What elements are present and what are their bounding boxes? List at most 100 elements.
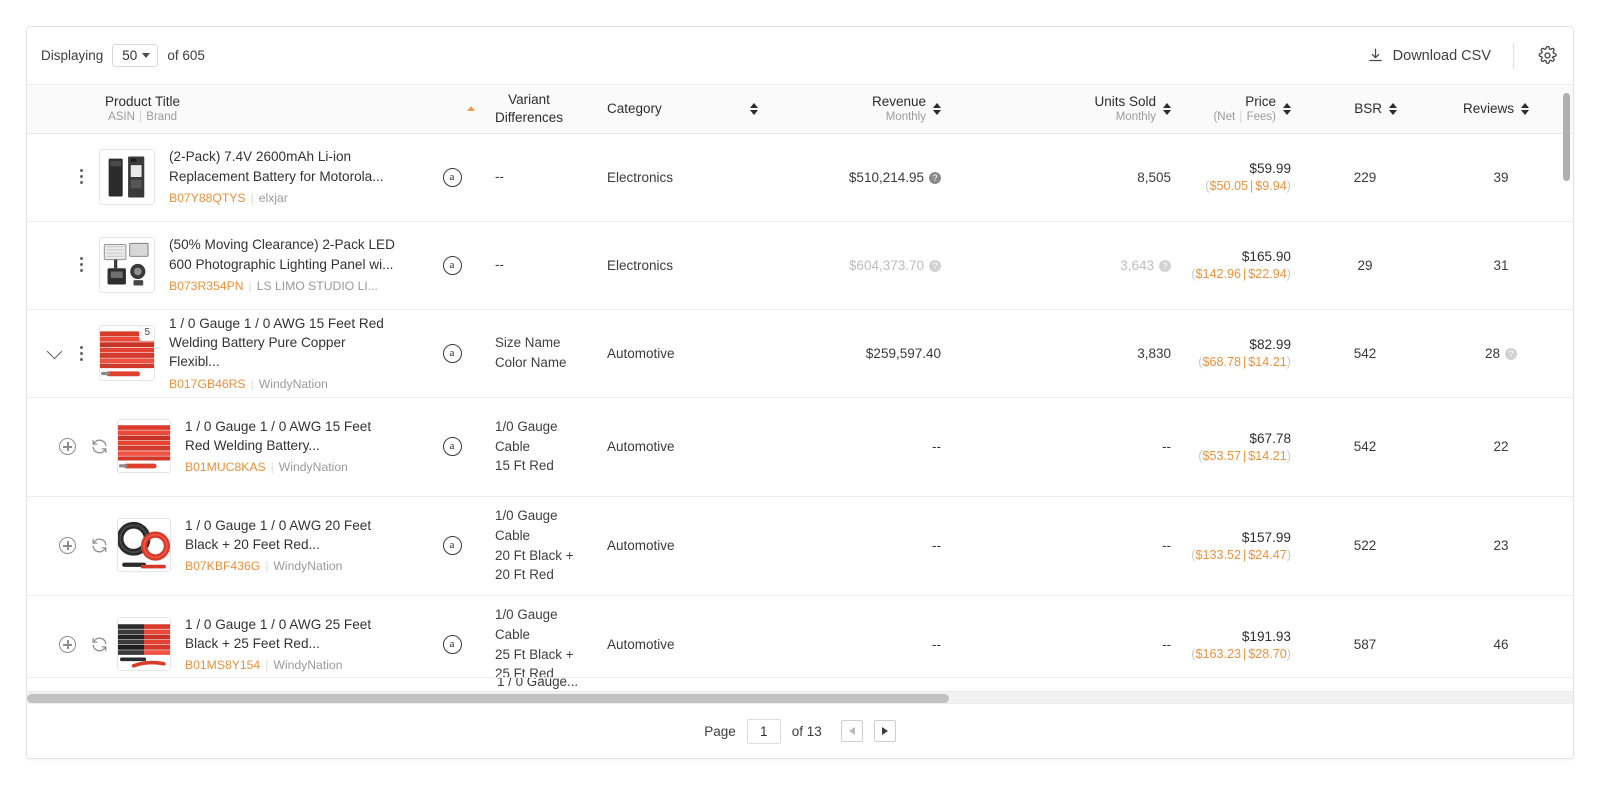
product-text: 1 / 0 Gauge 1 / 0 AWG 15 Feet Red Weldin… xyxy=(169,314,397,393)
add-icon[interactable] xyxy=(59,536,76,554)
product-title[interactable]: 1 / 0 Gauge 1 / 0 AWG 15 Feet Red Weldin… xyxy=(185,417,397,456)
col-brand-label: Brand xyxy=(146,111,177,124)
info-icon[interactable]: ? xyxy=(1505,348,1518,360)
cell-variant: 1/0 Gauge Cable 15 Ft Red xyxy=(485,397,597,497)
table-row[interactable]: 5 1 / 0 Gauge 1 / 0 AWG 15 Feet Red Weld… xyxy=(27,309,1573,398)
page-number-input[interactable] xyxy=(746,718,781,744)
product-asin[interactable]: B073R354PN xyxy=(169,279,244,293)
amazon-icon[interactable]: a xyxy=(442,255,462,275)
cell-bsr: 542 xyxy=(1301,309,1429,398)
product-asin[interactable]: B017GB46RS xyxy=(169,377,246,391)
product-thumbnail[interactable] xyxy=(117,617,171,672)
page-size-value: 50 xyxy=(122,48,138,63)
table-row-variant[interactable]: 1 / 0 Gauge 1 / 0 AWG 20 Feet Black + 20… xyxy=(27,496,1573,596)
cell-amazon-link: a xyxy=(407,221,485,310)
amazon-icon[interactable]: a xyxy=(442,536,462,555)
next-row-peek: 1 / 0 Gauge... xyxy=(27,677,1573,691)
product-brand[interactable]: WindyNation xyxy=(259,377,328,391)
product-text: (50% Moving Clearance) 2-Pack LED 600 Ph… xyxy=(169,235,397,294)
amazon-icon[interactable]: a xyxy=(442,167,462,187)
product-title[interactable]: (2-Pack) 7.4V 2600mAh Li-ion Replacement… xyxy=(169,147,397,186)
sort-price-button[interactable] xyxy=(1283,102,1291,115)
product-asin[interactable]: B01MS8Y154 xyxy=(185,658,260,672)
chevron-down-icon xyxy=(142,53,151,58)
refresh-icon[interactable] xyxy=(90,536,109,555)
table-row-variant[interactable]: 1 / 0 Gauge 1 / 0 AWG 15 Feet Red Weldin… xyxy=(27,397,1573,497)
refresh-icon[interactable] xyxy=(90,635,109,654)
table-row[interactable]: (50% Moving Clearance) 2-Pack LED 600 Ph… xyxy=(27,221,1573,310)
amazon-icon[interactable]: a xyxy=(442,343,462,363)
expand-toggle-slot[interactable] xyxy=(37,343,71,359)
product-asin[interactable]: B07Y88QTYS xyxy=(169,191,246,205)
price-breakdown: ($68.78 | $14.21) xyxy=(1198,355,1291,369)
price-breakdown: ($142.96 | $22.94) xyxy=(1191,267,1291,281)
product-text: (2-Pack) 7.4V 2600mAh Li-ion Replacement… xyxy=(169,147,397,206)
chevron-down-icon[interactable] xyxy=(46,343,62,359)
sort-reviews-button[interactable] xyxy=(1521,102,1529,115)
vertical-scrollbar[interactable] xyxy=(1563,93,1570,181)
product-title[interactable]: (50% Moving Clearance) 2-Pack LED 600 Ph… xyxy=(169,235,397,274)
col-price[interactable]: Price (Net | Fees) xyxy=(1181,85,1301,134)
col-revenue[interactable]: Revenue Monthly xyxy=(769,85,951,134)
product-brand[interactable]: WindyNation xyxy=(273,658,342,672)
product-title[interactable]: 1 / 0 Gauge 1 / 0 AWG 15 Feet Red Weldin… xyxy=(169,314,397,372)
price-net-value: $133.52 xyxy=(1195,547,1241,562)
sort-ascending-icon[interactable] xyxy=(467,106,475,112)
add-icon[interactable] xyxy=(59,437,76,455)
col-reviews[interactable]: Reviews xyxy=(1429,85,1573,134)
row-menu-button[interactable] xyxy=(71,345,91,361)
next-page-button[interactable] xyxy=(873,720,896,742)
product-title[interactable]: 1 / 0 Gauge 1 / 0 AWG 20 Feet Black + 20… xyxy=(185,516,397,555)
download-csv-button[interactable]: Download CSV xyxy=(1359,42,1513,69)
amazon-icon[interactable]: a xyxy=(442,437,462,456)
col-bsr[interactable]: BSR xyxy=(1301,85,1429,134)
variant-difference-line: 15 Ft Red xyxy=(495,458,554,474)
col-category[interactable]: Category xyxy=(597,85,769,134)
price-cell: $67.78 ($53.57 | $14.21) xyxy=(1191,431,1291,463)
product-thumbnail[interactable] xyxy=(99,148,155,205)
amazon-icon[interactable]: a xyxy=(442,635,462,654)
refresh-icon[interactable] xyxy=(90,437,109,456)
info-icon[interactable]: ? xyxy=(929,172,941,184)
product-thumbnail[interactable] xyxy=(99,236,155,293)
product-brand[interactable]: elxjar xyxy=(259,191,288,205)
revenue-cell: -- xyxy=(779,637,941,652)
horizontal-scrollbar-track[interactable] xyxy=(27,691,1573,703)
product-brand[interactable]: WindyNation xyxy=(279,460,348,474)
product-asin[interactable]: B01MUC8KAS xyxy=(185,460,266,474)
units-sold-cell: -- xyxy=(961,439,1171,454)
sort-category-button[interactable] xyxy=(749,102,758,115)
add-icon[interactable] xyxy=(59,635,76,653)
cell-product: 1 / 0 Gauge 1 / 0 AWG 20 Feet Black + 20… xyxy=(27,496,407,596)
info-icon[interactable]: ? xyxy=(929,260,941,272)
row-menu-button[interactable] xyxy=(71,257,91,273)
sort-bsr-button[interactable] xyxy=(1389,102,1397,115)
page-size-select[interactable]: 50 xyxy=(112,44,159,67)
product-brand[interactable]: WindyNation xyxy=(273,559,342,573)
previous-page-button[interactable] xyxy=(840,720,863,742)
col-units-sold[interactable]: Units Sold Monthly xyxy=(951,85,1181,134)
units-sold-cell: 3,643? xyxy=(961,258,1171,273)
pagination-footer: Page of 13 xyxy=(27,703,1573,758)
product-thumbnail[interactable] xyxy=(117,518,171,573)
col-sort-indicator-cell[interactable] xyxy=(407,85,485,134)
table-row[interactable]: (2-Pack) 7.4V 2600mAh Li-ion Replacement… xyxy=(27,133,1573,222)
col-product-title-label: Product Title xyxy=(105,93,181,109)
product-title[interactable]: 1 / 0 Gauge 1 / 0 AWG 25 Feet Black + 25… xyxy=(185,615,397,654)
sort-units-button[interactable] xyxy=(1163,102,1171,115)
product-thumbnail[interactable] xyxy=(117,419,171,474)
table-scroll-region[interactable]: Product Title ASIN | Brand Variant Diffe… xyxy=(27,85,1573,703)
sort-revenue-button[interactable] xyxy=(933,102,941,115)
cell-bsr: 29 xyxy=(1301,221,1429,310)
horizontal-scrollbar-thumb[interactable] xyxy=(27,694,949,703)
revenue-value: $259,597.40 xyxy=(865,345,941,361)
col-product-title[interactable]: Product Title ASIN | Brand xyxy=(27,85,407,134)
table-settings-button[interactable] xyxy=(1514,41,1557,70)
row-menu-button[interactable] xyxy=(71,169,91,185)
revenue-value: -- xyxy=(932,439,941,454)
product-brand[interactable]: LS LIMO STUDIO LI... xyxy=(257,279,378,293)
price-fees-value: $28.70 xyxy=(1248,646,1287,661)
displaying-label: Displaying xyxy=(41,48,104,63)
info-icon[interactable]: ? xyxy=(1159,260,1171,272)
product-asin[interactable]: B07KBF436G xyxy=(185,559,260,573)
